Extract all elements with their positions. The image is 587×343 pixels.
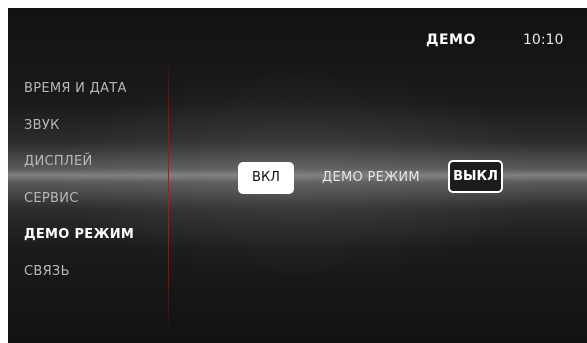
clock: 10:10 — [523, 32, 564, 48]
sidebar-item-time-date[interactable]: ВРЕМЯ И ДАТА — [24, 79, 134, 116]
sidebar: ВРЕМЯ И ДАТА ЗВУК ДИСПЛЕЙ СЕРВИС ДЕМО РЕ… — [8, 8, 168, 343]
sidebar-divider — [168, 53, 169, 335]
sidebar-item-sound[interactable]: ЗВУК — [24, 116, 134, 153]
demo-on-button[interactable]: ВКЛ — [238, 162, 294, 194]
demo-settings-screen: ВРЕМЯ И ДАТА ЗВУК ДИСПЛЕЙ СЕРВИС ДЕМО РЕ… — [8, 8, 587, 343]
sidebar-item-demo-mode[interactable]: ДЕМО РЕЖИМ — [24, 225, 134, 262]
demo-off-button[interactable]: ВЫКЛ — [448, 160, 503, 193]
sidebar-menu: ВРЕМЯ И ДАТА ЗВУК ДИСПЛЕЙ СЕРВИС ДЕМО РЕ… — [24, 79, 134, 298]
sidebar-item-service[interactable]: СЕРВИС — [24, 189, 134, 226]
sidebar-item-connection[interactable]: СВЯЗЬ — [24, 262, 134, 299]
demo-mode-label: ДЕМО РЕЖИМ — [322, 170, 420, 185]
sidebar-item-display[interactable]: ДИСПЛЕЙ — [24, 152, 134, 189]
page-title: ДЕМО — [426, 32, 476, 48]
